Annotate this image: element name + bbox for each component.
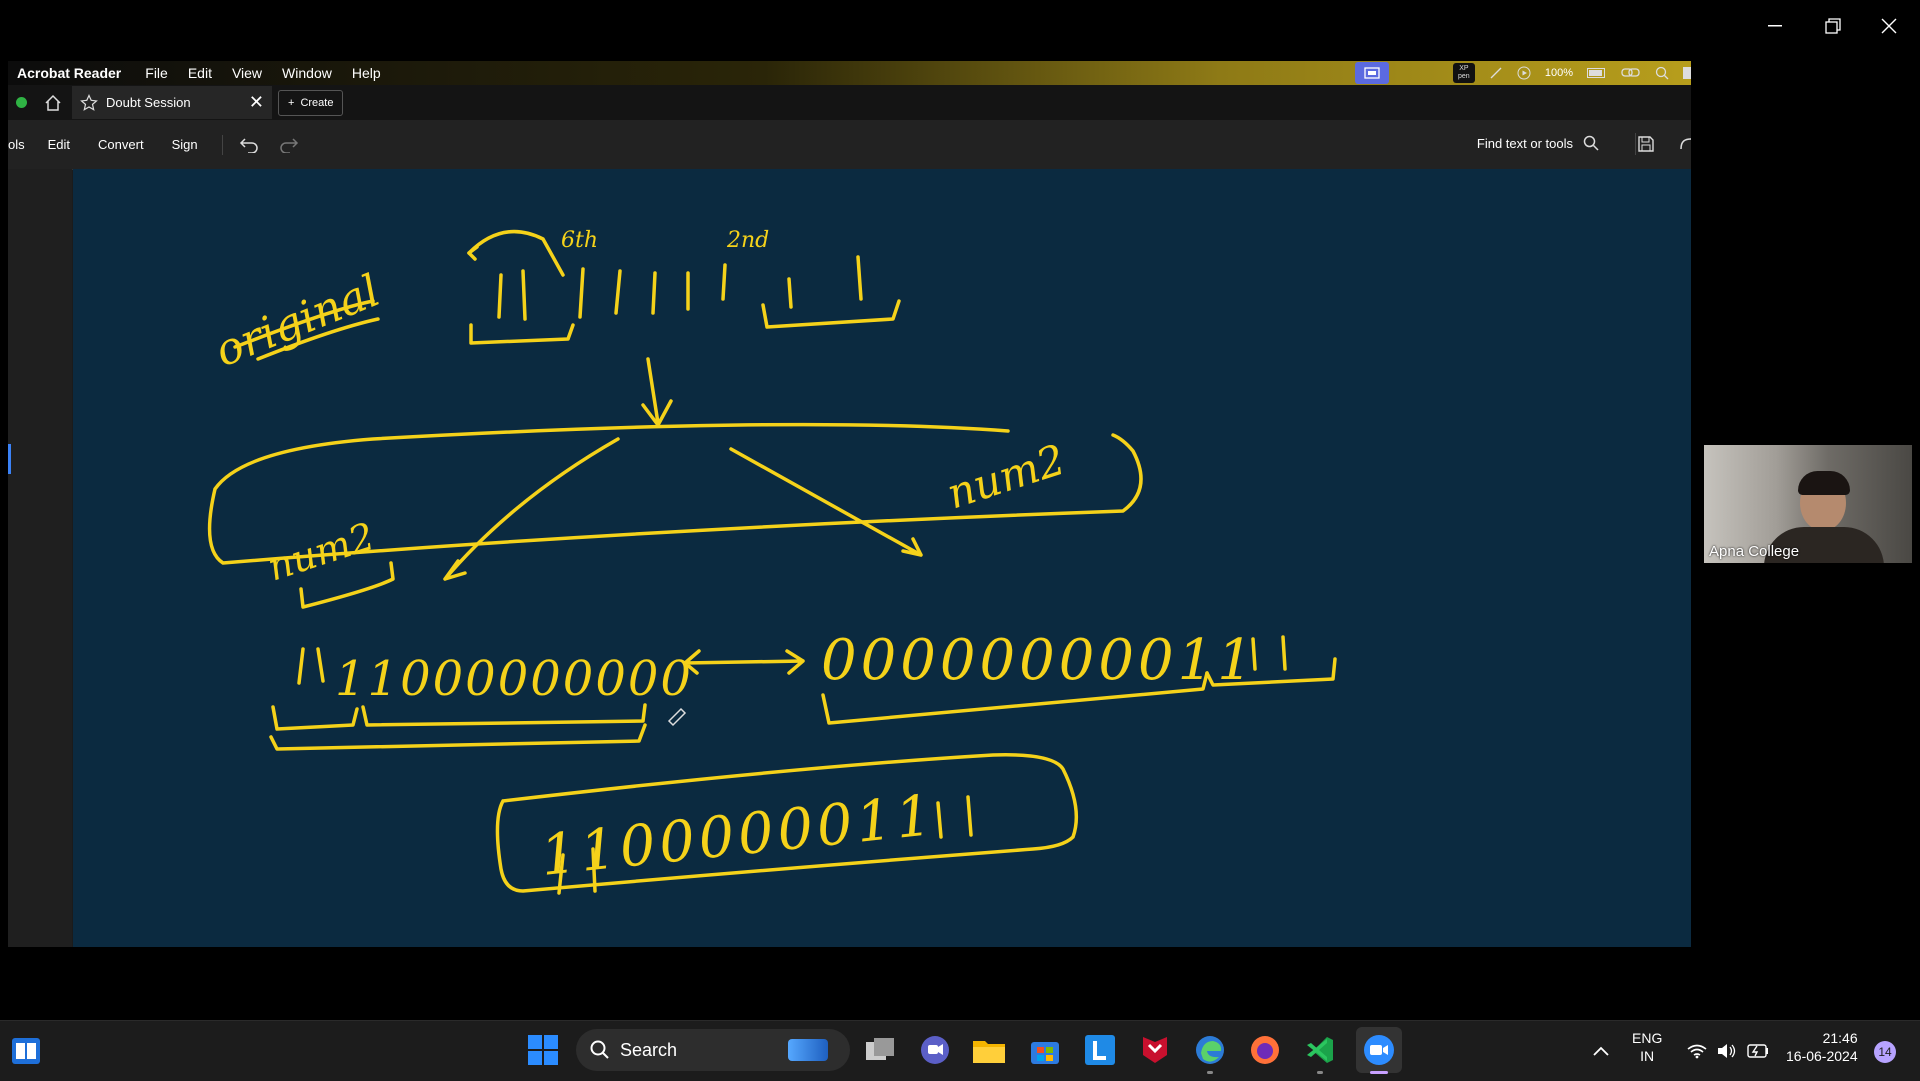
video-participant-tile[interactable]: Apna College — [1704, 445, 1912, 563]
file-explorer-icon[interactable] — [972, 1033, 1006, 1067]
zoom-icon[interactable] — [1356, 1027, 1402, 1073]
menu-window[interactable]: Window — [282, 65, 332, 81]
play-icon[interactable] — [1517, 66, 1531, 80]
menu-overflow-icon[interactable] — [1683, 65, 1691, 81]
xp-pen-icon[interactable]: XP pen — [1452, 63, 1475, 83]
running-indicator — [1317, 1071, 1323, 1074]
tab-doubt-session[interactable]: Doubt Session ✕ — [72, 86, 272, 119]
clock-date: 16-06-2024 — [1786, 1048, 1858, 1064]
clock[interactable]: 21:46 16-06-2024 — [1786, 1029, 1858, 1065]
battery-percent: 100% — [1544, 67, 1573, 79]
chevron-up-icon[interactable] — [1592, 1045, 1610, 1057]
minimize-button[interactable] — [1750, 8, 1800, 44]
taskbar: Search ENG IN 21:46 16-06-2024 14 — [0, 1020, 1920, 1081]
search-icon[interactable] — [1655, 66, 1669, 80]
pen-tool-icon[interactable] — [1489, 66, 1503, 80]
wifi-icon[interactable] — [1687, 1043, 1707, 1059]
left-rail — [8, 169, 72, 947]
search-icon — [590, 1040, 609, 1059]
redo-icon[interactable] — [279, 137, 299, 153]
restore-icon — [1825, 18, 1841, 34]
ordinal-2nd: 2nd — [726, 228, 769, 253]
share-icon[interactable] — [1677, 135, 1691, 153]
save-icon[interactable] — [1637, 135, 1655, 153]
link-icon[interactable] — [1621, 66, 1641, 80]
toolbar: ols Edit Convert Sign Find text or tools — [8, 120, 1691, 170]
firefox-icon[interactable] — [1248, 1033, 1282, 1067]
find-tools[interactable]: Find text or tools — [1477, 135, 1599, 151]
num2-left-label: num2 — [262, 514, 379, 590]
pen-cursor-icon — [667, 707, 687, 727]
menu-bar: Acrobat Reader File Edit View Window Hel… — [8, 61, 1691, 85]
tab-bar: Doubt Session ✕ + Create — [8, 85, 1691, 120]
restore-button[interactable] — [1808, 8, 1858, 44]
running-indicator — [1207, 1071, 1213, 1074]
menubar-status: XP pen 100% — [1354, 61, 1691, 85]
language-indicator[interactable]: ENG IN — [1632, 1029, 1662, 1065]
status-dot-icon — [16, 97, 27, 108]
create-label: Create — [300, 96, 334, 109]
participant-hair — [1798, 471, 1850, 495]
participant-name: Apna College — [1709, 543, 1800, 560]
l-app-icon[interactable] — [1083, 1033, 1117, 1067]
binary-left: 11000000000 — [335, 651, 693, 707]
start-icon[interactable] — [526, 1033, 560, 1067]
ordinal-6th: 6th — [561, 228, 598, 253]
toolbar-tools[interactable]: ols — [8, 137, 25, 152]
create-button[interactable]: + Create — [278, 89, 344, 116]
whiteboard-canvas[interactable]: original 6th 2nd num2 num2 11000000000 0… — [73, 169, 1691, 947]
toolbar-convert[interactable]: Convert — [98, 137, 144, 152]
close-tab-icon[interactable]: ✕ — [249, 93, 264, 111]
teams-chat-icon[interactable] — [918, 1033, 952, 1067]
acrobat-window: Acrobat Reader File Edit View Window Hel… — [8, 61, 1691, 947]
task-view-icon[interactable] — [864, 1033, 898, 1067]
search-highlight-icon — [788, 1039, 828, 1061]
screen-share-button[interactable] — [1354, 62, 1389, 84]
menu-view[interactable]: View — [232, 65, 262, 81]
toolbar-divider — [1635, 133, 1636, 155]
handwriting-layer: original 6th 2nd num2 num2 11000000000 0… — [207, 228, 1337, 895]
minimize-icon — [1768, 25, 1782, 27]
active-app-indicator — [1370, 1071, 1388, 1074]
screen-share-icon — [1364, 67, 1380, 79]
original-label: original — [208, 265, 387, 377]
home-icon[interactable] — [44, 94, 62, 112]
binary-right: 00000000011 — [821, 628, 1257, 693]
edge-icon[interactable] — [1193, 1033, 1227, 1067]
notification-badge[interactable]: 14 — [1874, 1041, 1896, 1063]
star-icon[interactable] — [80, 93, 98, 112]
toolbar-divider — [221, 134, 223, 155]
toolbar-edit[interactable]: Edit — [48, 137, 70, 152]
search-label: Search — [620, 1039, 678, 1060]
toolbar-sign[interactable]: Sign — [172, 137, 198, 152]
microsoft-store-icon[interactable] — [1028, 1033, 1062, 1067]
app-brand: Acrobat Reader — [17, 65, 122, 81]
num2-right-label: num2 — [941, 435, 1071, 519]
battery-icon[interactable] — [1747, 1044, 1769, 1058]
volume-icon[interactable] — [1717, 1043, 1737, 1059]
taskbar-search[interactable]: Search — [576, 1029, 850, 1071]
lang-line-2: IN — [1640, 1048, 1655, 1064]
mcafee-icon[interactable] — [1138, 1033, 1172, 1067]
rail-indicator — [8, 444, 11, 474]
widgets-icon[interactable] — [10, 1035, 42, 1067]
battery-icon — [1587, 68, 1605, 78]
close-window-button[interactable] — [1864, 8, 1914, 44]
menu-help[interactable]: Help — [352, 65, 381, 81]
plus-icon: + — [288, 96, 295, 109]
search-icon — [1583, 135, 1599, 151]
tab-label: Doubt Session — [106, 95, 191, 110]
close-icon — [1881, 18, 1897, 34]
undo-icon[interactable] — [239, 137, 259, 153]
menu-file[interactable]: File — [145, 65, 168, 81]
lang-line-1: ENG — [1632, 1030, 1663, 1046]
clock-time: 21:46 — [1822, 1030, 1858, 1046]
vscode-icon[interactable] — [1303, 1033, 1337, 1067]
menu-edit[interactable]: Edit — [188, 65, 212, 81]
find-label: Find text or tools — [1476, 135, 1573, 151]
